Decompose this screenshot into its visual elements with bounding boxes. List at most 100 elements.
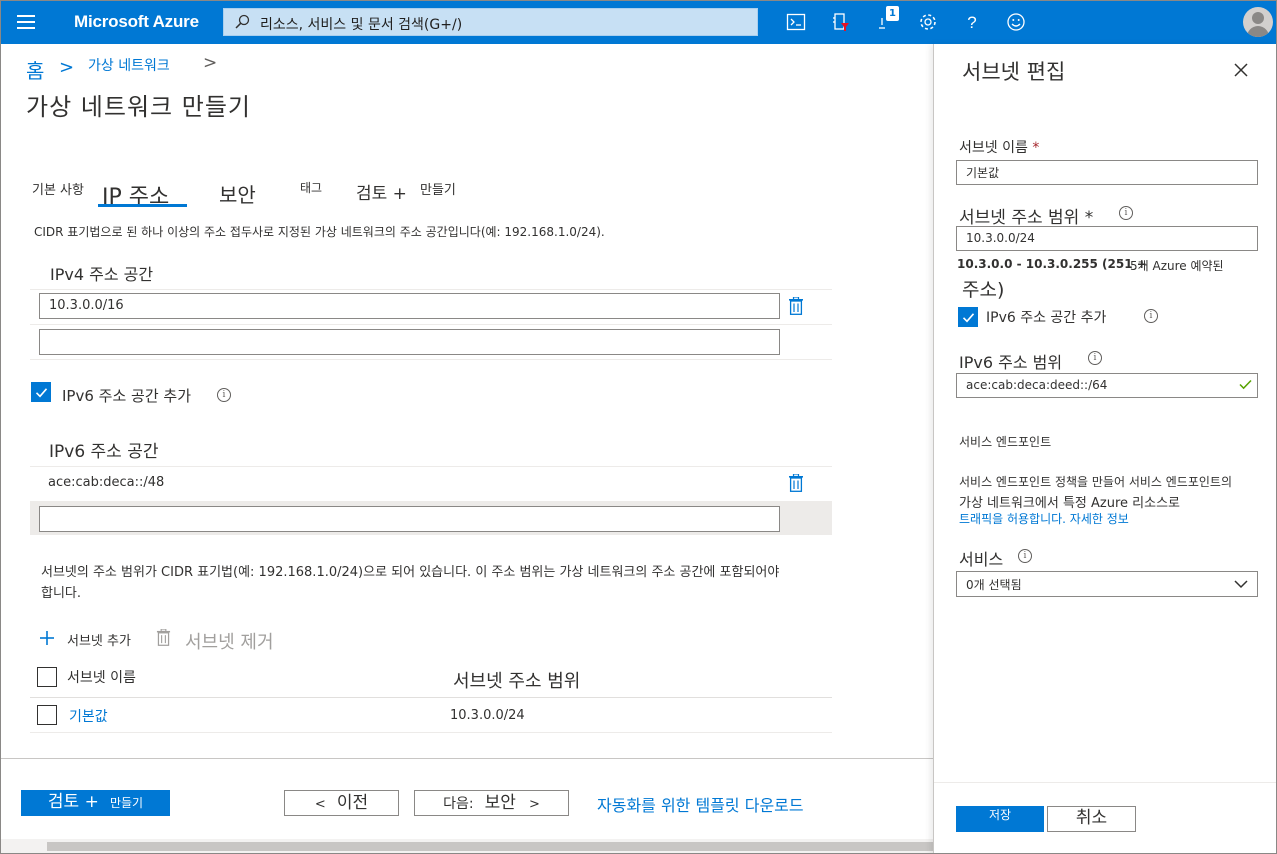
remove-subnet-button[interactable]: 서브넷 제거: [185, 628, 274, 654]
panel-title: 서브넷 편집: [962, 60, 1066, 84]
divider: [30, 697, 832, 698]
footer-divider: [1, 758, 933, 759]
services-label: 서비스: [959, 550, 1004, 569]
tab-security[interactable]: 보안: [219, 179, 256, 208]
horizontal-scrollbar[interactable]: [1, 839, 933, 853]
search-input[interactable]: 리소스, 서비스 및 문서 검색(G+/): [223, 8, 758, 36]
delete-ipv6-trash-icon[interactable]: [788, 474, 804, 492]
cloud-shell-icon[interactable]: [782, 9, 810, 35]
azure-portal-window: Microsoft Azure 리소스, 서비스 및 문서 검색(G+/) 1 …: [0, 0, 1277, 854]
services-selected-value: 0개 선택됨: [966, 578, 1022, 592]
info-icon: i: [1144, 309, 1158, 323]
chevron-left-icon: <: [314, 797, 326, 812]
ipv6-section-label: IPv6 주소 공간: [49, 442, 159, 462]
ipv4-section-label: IPv4 주소 공간: [50, 265, 154, 284]
avatar[interactable]: [1243, 7, 1273, 37]
ipv4-address-input[interactable]: 10.3.0.0/16: [39, 293, 780, 319]
svg-text:?: ?: [967, 13, 976, 32]
ipv6-address-input-empty[interactable]: [39, 506, 780, 532]
add-icon[interactable]: [39, 630, 55, 646]
trash-icon: [156, 629, 171, 646]
subnet-range-value: 10.3.0.0/24: [450, 708, 525, 723]
service-endpoints-description: 가상 네트워크에서 특정 Azure 리소스로: [959, 496, 1180, 511]
breadcrumb-vnet-link[interactable]: 가상 네트워크: [88, 55, 170, 75]
learn-more-link[interactable]: 트래픽을 허용합니다. 자세한 정보: [959, 510, 1129, 527]
subnet-name-label: 서브넷 이름 *: [959, 140, 1040, 156]
info-icon: i: [1119, 206, 1133, 220]
ipv6-subnet-checkbox[interactable]: [958, 307, 978, 327]
search-placeholder: 리소스, 서비스 및 문서 검색(G+/): [260, 17, 463, 33]
subnet-range-column-header[interactable]: 서브넷 주소 범위: [453, 667, 580, 693]
address-space-description: CIDR 표기법으로 된 하나 이상의 주소 접두사로 지정된 가상 네트워크의…: [34, 225, 605, 239]
subnet-range-info: 10.3.0.0 - 10.3.0.255 (251 +: [957, 257, 1147, 271]
ipv4-address-input-empty[interactable]: [39, 329, 780, 355]
breadcrumb-home-link[interactable]: 홈: [26, 55, 44, 84]
cancel-button[interactable]: 취소: [1047, 806, 1136, 832]
breadcrumb-separator: >: [59, 57, 75, 78]
menu-icon[interactable]: [17, 15, 35, 29]
subnet-name-input[interactable]: 기본값: [956, 160, 1258, 185]
next-label: 다음:: [443, 796, 474, 812]
previous-button[interactable]: < 이전: [284, 790, 399, 816]
help-icon[interactable]: ?: [958, 9, 986, 35]
ipv6-checkbox-label: IPv6 주소 공간 추가: [62, 387, 191, 405]
page-title: 가상 네트워크 만들기: [26, 93, 251, 121]
divider: [30, 324, 832, 325]
ipv6-subnet-checkbox-label: IPv6 주소 공간 추가: [986, 310, 1107, 326]
ipv6-address-value[interactable]: ace:cab:deca::/48: [48, 475, 164, 490]
ipv6-address-space-checkbox[interactable]: [31, 382, 51, 402]
edit-subnet-panel: 서브넷 편집 서브넷 이름 * 기본값 서브넷 주소 범위 * i 10.3.0…: [933, 44, 1276, 853]
divider: [30, 466, 832, 467]
service-endpoints-heading: 서비스 엔드포인트: [959, 435, 1052, 449]
service-endpoints-description: 서비스 엔드포인트 정책을 만들어 서비스 엔드포인트의: [959, 475, 1232, 489]
ipv6-range-label: IPv6 주소 범위: [959, 353, 1063, 372]
info-icon: i: [1018, 549, 1032, 563]
add-subnet-button[interactable]: 서브넷 추가: [67, 630, 131, 649]
services-dropdown[interactable]: 0개 선택됨: [956, 571, 1258, 597]
info-icon: i: [1088, 351, 1102, 365]
tab-basics[interactable]: 기본 사항: [32, 179, 84, 198]
save-button[interactable]: 저장: [956, 806, 1044, 832]
divider: [30, 289, 832, 290]
subnet-note: 서브넷의 주소 범위가 CIDR 표기법(예: 192.168.1.0/24)으…: [41, 565, 780, 580]
subnet-row-checkbox[interactable]: [37, 705, 57, 725]
brand-logo[interactable]: Microsoft Azure: [74, 12, 199, 32]
divider: [30, 732, 832, 733]
delete-ipv4-trash-icon[interactable]: [788, 297, 804, 315]
divider: [30, 359, 832, 360]
chevron-right-icon: >: [529, 797, 540, 812]
subnet-name-column-header[interactable]: 서브넷 이름: [67, 667, 136, 687]
feedback-icon[interactable]: [1002, 9, 1030, 35]
settings-icon[interactable]: [914, 9, 942, 35]
checkmark-icon: [1239, 379, 1252, 390]
download-template-link[interactable]: 자동화를 위한 템플릿 다운로드: [597, 792, 804, 816]
next-security-button[interactable]: 다음: 보안 >: [414, 790, 569, 816]
tab-review[interactable]: 검토 +: [356, 179, 407, 204]
scrollbar-thumb[interactable]: [47, 842, 933, 851]
breadcrumb-separator: >: [203, 53, 218, 73]
close-icon[interactable]: [1232, 61, 1250, 79]
directory-filter-icon[interactable]: [827, 9, 855, 35]
review-create-label: 검토 +: [47, 792, 99, 812]
previous-label: 이전: [336, 793, 369, 813]
subnet-range-info: 주소): [962, 279, 1005, 301]
subnet-name-link[interactable]: 기본값: [69, 706, 108, 726]
subnet-note-continued: 합니다.: [41, 586, 82, 601]
select-all-subnets-checkbox[interactable]: [37, 667, 57, 687]
review-create-button[interactable]: 검토 + 만들기: [21, 790, 170, 816]
review-create-label: 만들기: [109, 796, 144, 810]
top-bar: Microsoft Azure 리소스, 서비스 및 문서 검색(G+/) 1 …: [1, 1, 1276, 44]
active-tab-indicator: [98, 204, 187, 207]
notification-count-badge: 1: [886, 6, 899, 21]
subnet-range-input[interactable]: 10.3.0.0/24: [956, 226, 1258, 251]
tab-tags[interactable]: 태그: [300, 179, 322, 196]
panel-footer-divider: [934, 782, 1276, 783]
tab-create[interactable]: 만들기: [420, 179, 456, 198]
subnet-range-info: 5개 Azure 예약된: [1130, 259, 1224, 273]
subnet-range-label: 서브넷 주소 범위 *: [959, 208, 1094, 228]
next-label: 보안: [484, 793, 516, 813]
chevron-down-icon: [1234, 580, 1248, 589]
search-icon: [235, 14, 250, 29]
ipv6-range-input[interactable]: ace:cab:deca:deed::/64: [956, 373, 1258, 398]
info-icon: i: [217, 388, 231, 402]
